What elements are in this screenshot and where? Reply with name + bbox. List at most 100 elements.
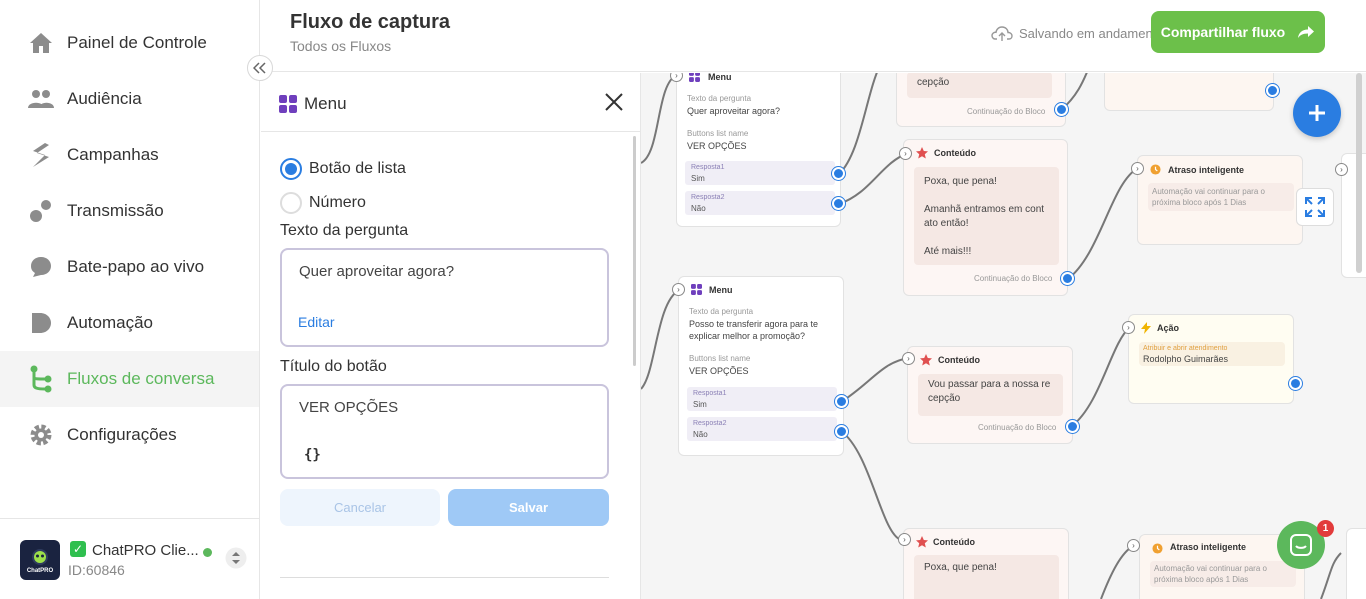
variable-insert-button[interactable]: {}	[304, 447, 321, 463]
save-status-text: Salvando em andamento	[1019, 25, 1164, 41]
sidebar-item-audience[interactable]: Audiência	[0, 71, 259, 127]
save-button[interactable]: Salvar	[448, 489, 609, 526]
delay-line: Automação vai continuar para o	[1154, 564, 1267, 573]
input-port[interactable]: ›	[1127, 539, 1140, 552]
content-text: ato então!	[924, 218, 969, 229]
close-icon[interactable]	[604, 91, 624, 119]
response-value: Não	[691, 204, 706, 213]
share-flow-label: Compartilhar fluxo	[1160, 24, 1286, 40]
broadcast-icon	[28, 198, 54, 224]
flow-node-content[interactable]: Conteúdo Poxa, que pena! Amanhã entramos…	[903, 139, 1068, 296]
account-switcher[interactable]: ChatPRO ✓ ChatPRO Clie... ID:60846	[0, 518, 259, 599]
node-response[interactable]: Resposta1 Sim	[685, 161, 835, 185]
content-bubble: Vou passar para a nossa re cepção	[918, 374, 1063, 416]
chat-icon	[28, 254, 54, 280]
fullscreen-button[interactable]	[1296, 188, 1334, 226]
flow-node-content[interactable]: Conteúdo Poxa, que pena!	[903, 528, 1069, 599]
panel-scrollbar[interactable]	[633, 136, 636, 366]
menu-editor-panel: Menu Botão de lista Número Texto da perg…	[261, 73, 641, 599]
logo-text: ChatPRO	[27, 568, 54, 574]
response-value: Sim	[693, 400, 707, 409]
canvas-scrollbar[interactable]	[1356, 73, 1362, 273]
avatar: ChatPRO	[20, 540, 60, 580]
sidebar-item-settings[interactable]: Configurações	[0, 407, 259, 463]
flow-node-action[interactable]: Ação Atribuir e abrir atendimento Rodolp…	[1128, 314, 1294, 404]
node-response[interactable]: Resposta2 Não	[687, 417, 837, 441]
sidebar-item-live-chat[interactable]: Bate-papo ao vivo	[0, 239, 259, 295]
sidebar-item-automation[interactable]: Automação	[0, 295, 259, 351]
output-port[interactable]	[1289, 377, 1302, 390]
input-port[interactable]: ›	[899, 147, 912, 160]
campaigns-icon	[28, 142, 54, 168]
radio-label: Botão de lista	[309, 160, 406, 177]
collapse-sidebar-button[interactable]	[247, 55, 273, 81]
input-port[interactable]: ›	[1131, 162, 1144, 175]
action-type: Atribuir e abrir atendimento	[1143, 345, 1228, 352]
account-id: ID:60846	[68, 562, 125, 578]
add-node-button[interactable]	[1293, 89, 1341, 137]
response-value: Não	[693, 430, 708, 439]
flow-node-menu[interactable]: Menu Texto da pergunta Quer aproveitar a…	[676, 73, 841, 227]
node-title: Menu	[709, 285, 733, 295]
sidebar-item-campaigns[interactable]: Campanhas	[0, 127, 259, 183]
node-field-value: Posso te transferir agora para te	[689, 319, 819, 329]
online-status-dot	[203, 548, 212, 557]
node-title: Ação	[1157, 323, 1180, 333]
button-title-field[interactable]: VER OPÇÕES {}	[280, 384, 609, 479]
header: Fluxo de captura Todos os Fluxos Salvand…	[261, 0, 1366, 72]
output-port[interactable]	[832, 167, 845, 180]
output-port[interactable]	[835, 395, 848, 408]
flow-node-partial[interactable]	[1346, 528, 1366, 599]
node-field-value: Quer aproveitar agora?	[687, 106, 781, 116]
users-icon	[28, 86, 54, 112]
input-port[interactable]: ›	[902, 352, 915, 365]
cloud-upload-icon	[991, 26, 1013, 41]
output-port[interactable]	[1055, 103, 1068, 116]
input-port[interactable]: ›	[672, 283, 685, 296]
flow-node-partial[interactable]	[1104, 73, 1274, 111]
node-response[interactable]: Resposta2 Não	[685, 191, 835, 215]
input-port[interactable]: ›	[1122, 321, 1135, 334]
output-port[interactable]	[1061, 272, 1074, 285]
flow-node-content[interactable]: cepção Continuação do Bloco	[896, 73, 1066, 127]
button-title-value: VER OPÇÕES	[299, 399, 399, 416]
radio-list-button[interactable]: Botão de lista	[280, 158, 406, 180]
node-title: Conteúdo	[934, 148, 976, 158]
sidebar: Painel de Controle Audiência Campanhas T…	[0, 0, 260, 599]
node-field-label: Buttons list name	[687, 129, 749, 138]
node-response[interactable]: Resposta1 Sim	[687, 387, 837, 411]
notification-badge: 1	[1317, 520, 1334, 537]
flow-node-smart-delay[interactable]: Atraso inteligente Automação vai continu…	[1137, 155, 1303, 245]
automation-icon	[28, 310, 54, 336]
cancel-button[interactable]: Cancelar	[280, 489, 440, 526]
output-port[interactable]	[832, 197, 845, 210]
output-port[interactable]	[835, 425, 848, 438]
input-port[interactable]: ›	[898, 533, 911, 546]
sidebar-item-conversation-flows[interactable]: Fluxos de conversa	[0, 351, 259, 407]
button-title-label: Título do botão	[280, 358, 387, 375]
node-field-value: explicar melhor a promoção?	[689, 331, 806, 341]
sidebar-item-label: Bate-papo ao vivo	[67, 257, 205, 276]
question-field[interactable]: Quer aproveitar agora? Editar	[280, 248, 609, 347]
switch-account-icon[interactable]	[225, 547, 247, 574]
output-port[interactable]	[1266, 84, 1279, 97]
output-port[interactable]	[1066, 420, 1079, 433]
continue-label: Continuação do Bloco	[967, 107, 1046, 116]
flow-node-content[interactable]: Conteúdo Vou passar para a nossa re cepç…	[907, 346, 1073, 444]
radio-number[interactable]: Número	[280, 192, 366, 214]
input-port[interactable]: ›	[1335, 163, 1348, 176]
plus-icon	[1309, 105, 1325, 121]
edit-link[interactable]: Editar	[298, 314, 335, 330]
sidebar-item-label: Configurações	[67, 425, 177, 444]
chat-bubble-icon	[1290, 534, 1312, 556]
share-flow-button[interactable]: Compartilhar fluxo	[1151, 11, 1325, 53]
menu-grid-icon	[279, 95, 297, 118]
star-icon	[920, 354, 932, 368]
panel-title: Menu	[304, 94, 347, 113]
flow-canvas[interactable]: Menu Texto da pergunta Quer aproveitar a…	[641, 73, 1366, 599]
sidebar-item-label: Transmissão	[67, 201, 164, 220]
sidebar-item-dashboard[interactable]: Painel de Controle	[0, 15, 259, 71]
flow-node-menu[interactable]: Menu Texto da pergunta Posso te transfer…	[678, 276, 844, 456]
sidebar-item-broadcast[interactable]: Transmissão	[0, 183, 259, 239]
breadcrumb[interactable]: Todos os Fluxos	[290, 38, 391, 54]
